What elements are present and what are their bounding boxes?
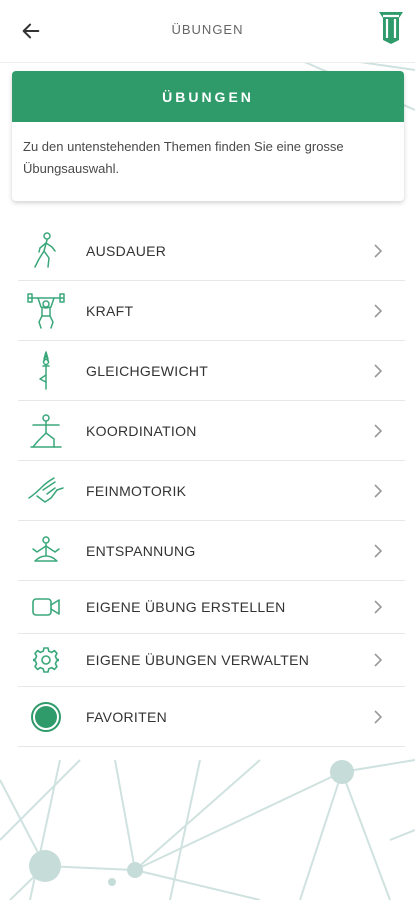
menu-item-eigene-uebungen-verwalten[interactable]: EIGENE ÜBUNGEN VERWALTEN	[18, 634, 405, 687]
app-logo-icon	[379, 12, 403, 44]
menu-item-label: GLEICHGEWICHT	[86, 362, 209, 379]
intro-card: ÜBUNGEN Zu den untenstehenden Themen fin…	[12, 71, 404, 201]
chevron-right-icon	[374, 243, 383, 258]
meditation-icon	[24, 529, 68, 573]
favorite-circle-icon	[24, 695, 68, 739]
lunge-pose-icon	[24, 409, 68, 453]
menu-item-label: EIGENE ÜBUNGEN VERWALTEN	[86, 652, 310, 668]
menu-item-kraft[interactable]: KRAFT	[18, 281, 405, 341]
menu-item-label: AUSDAUER	[86, 242, 167, 259]
tree-pose-icon	[24, 349, 68, 393]
menu-item-favoriten[interactable]: FAVORITEN	[18, 687, 405, 747]
menu-item-ausdauer[interactable]: AUSDAUER	[18, 221, 405, 281]
chevron-right-icon	[374, 600, 383, 614]
menu-item-label: FAVORITEN	[86, 708, 168, 725]
walking-person-icon	[24, 229, 68, 273]
menu-item-label: KRAFT	[86, 302, 134, 319]
menu-item-entspannung[interactable]: ENTSPANNUNG	[18, 521, 405, 581]
video-camera-icon	[24, 585, 68, 629]
menu-item-label: ENTSPANNUNG	[86, 542, 196, 559]
menu-item-eigene-uebung-erstellen[interactable]: EIGENE ÜBUNG ERSTELLEN	[18, 581, 405, 634]
menu-item-gleichgewicht[interactable]: GLEICHGEWICHT	[18, 341, 405, 401]
page-title: ÜBUNGEN	[171, 22, 244, 37]
menu-item-koordination[interactable]: KOORDINATION	[18, 401, 405, 461]
chevron-right-icon	[374, 709, 383, 724]
menu-item-feinmotorik[interactable]: FEINMOTORIK	[18, 461, 405, 521]
menu-item-label: EIGENE ÜBUNG ERSTELLEN	[86, 599, 286, 615]
card-title: ÜBUNGEN	[12, 71, 404, 122]
card-description: Zu den untenstehenden Themen finden Sie …	[23, 139, 344, 176]
chevron-right-icon	[374, 363, 383, 378]
hand-fine-motor-icon	[24, 469, 68, 513]
chevron-right-icon	[374, 543, 383, 558]
menu-item-label: KOORDINATION	[86, 422, 197, 439]
chevron-right-icon	[374, 483, 383, 498]
chevron-right-icon	[374, 303, 383, 318]
exercise-category-list: AUSDAUER KRAFT GLEICHGEWICHT KOORDINATIO…	[18, 221, 405, 747]
chevron-right-icon	[374, 423, 383, 438]
menu-item-label: FEINMOTORIK	[86, 482, 187, 499]
chevron-right-icon	[374, 653, 383, 667]
weightlifter-icon	[24, 289, 68, 333]
top-app-bar: ÜBUNGEN	[0, 0, 415, 63]
gear-icon	[24, 638, 68, 682]
